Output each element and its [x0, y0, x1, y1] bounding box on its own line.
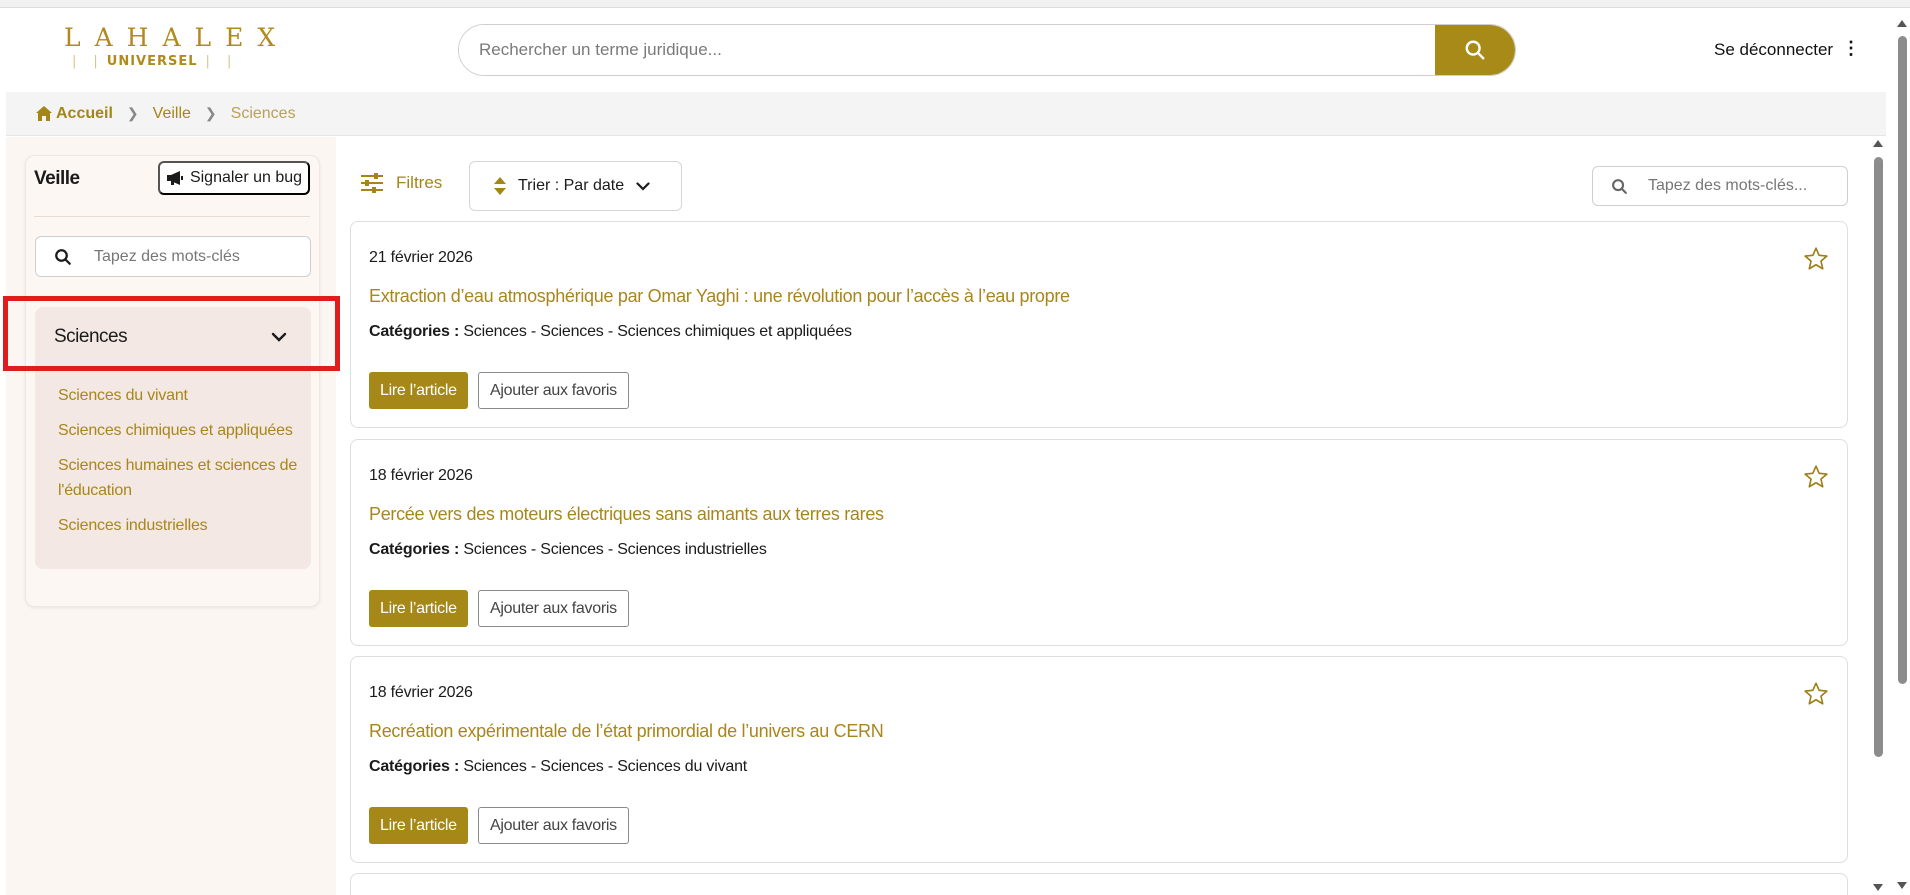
scrollbar-thumb[interactable]	[1874, 157, 1883, 757]
global-search-input[interactable]	[459, 25, 1435, 75]
chevron-right-icon: ❯	[126, 105, 139, 121]
global-search-button[interactable]	[1435, 25, 1515, 75]
scroll-up-icon[interactable]	[1873, 140, 1883, 147]
read-article-button[interactable]: Lire l’article	[369, 590, 468, 627]
logo-subtitle: UNIVERSEL	[106, 53, 198, 69]
category-label: Sciences	[54, 326, 128, 347]
breadcrumb: Accueil ❯ Veille ❯ Sciences	[6, 92, 1886, 136]
more-menu-icon[interactable]: ⋮	[1842, 38, 1860, 59]
subcategory-item[interactable]: Sciences du vivant	[58, 383, 308, 408]
subcategory-list: Sciences du vivant Sciences chimiques et…	[58, 383, 308, 548]
chevron-down-icon	[636, 181, 650, 191]
megaphone-icon	[166, 171, 183, 185]
article-categories: Catégories : Sciences - Sciences - Scien…	[369, 758, 748, 775]
category-toggle-sciences[interactable]: Sciences	[35, 307, 311, 367]
article-date: 21 février 2026	[369, 249, 473, 266]
article-search	[1592, 166, 1848, 206]
breadcrumb-veille[interactable]: Veille	[153, 105, 191, 123]
article-date: 18 février 2026	[369, 467, 473, 484]
read-article-button[interactable]: Lire l’article	[369, 807, 468, 844]
breadcrumb-current: Sciences	[230, 104, 296, 122]
read-article-button[interactable]: Lire l’article	[369, 372, 468, 409]
subcategory-item[interactable]: Sciences industrielles	[58, 513, 308, 538]
article-date: 18 février 2026	[369, 684, 473, 701]
logo-wordmark: LAHALEX	[64, 22, 290, 52]
logo[interactable]: LAHALEX | | UNIVERSEL | |	[50, 18, 275, 74]
article-title[interactable]: Recréation expérimentale de l’état primo…	[369, 721, 884, 742]
article-title[interactable]: Extraction d’eau atmosphérique par Omar …	[369, 286, 1070, 307]
add-favorite-button[interactable]: Ajouter aux favoris	[478, 807, 629, 844]
scroll-down-icon[interactable]	[1873, 884, 1883, 891]
sidebar-search	[35, 236, 311, 277]
chevron-right-icon: ❯	[204, 105, 217, 121]
logout-link[interactable]: Se déconnecter	[1714, 40, 1833, 60]
article-categories: Catégories : Sciences - Sciences - Scien…	[369, 541, 767, 558]
article-card-partial	[350, 873, 1848, 895]
page-scrollbar[interactable]	[1894, 8, 1910, 895]
sliders-icon	[361, 173, 383, 193]
chevron-down-icon	[271, 332, 287, 342]
sort-icon	[494, 177, 506, 195]
search-icon	[1465, 40, 1485, 60]
article-categories: Catégories : Sciences - Sciences - Scien…	[369, 323, 852, 340]
sidebar-search-input[interactable]	[94, 247, 294, 266]
article-card: 18 février 2026 Recréation expérimentale…	[350, 656, 1848, 863]
article-card: 18 février 2026 Percée vers des moteurs …	[350, 439, 1848, 646]
add-favorite-button[interactable]: Ajouter aux favoris	[478, 590, 629, 627]
sort-dropdown[interactable]: Trier : Par date	[469, 161, 682, 211]
search-icon	[1612, 178, 1627, 194]
article-title[interactable]: Percée vers des moteurs électriques sans…	[369, 504, 884, 525]
article-search-input[interactable]	[1648, 177, 1838, 195]
report-bug-button[interactable]: Signaler un bug	[158, 161, 310, 195]
subcategory-item[interactable]: Sciences chimiques et appliquées	[58, 418, 308, 443]
scrollbar-thumb[interactable]	[1898, 36, 1907, 684]
star-icon[interactable]	[1803, 464, 1829, 490]
subcategory-item[interactable]: Sciences humaines et sciences de l'éduca…	[58, 453, 308, 503]
global-search	[458, 24, 1516, 76]
sidebar-title: Veille	[34, 168, 80, 189]
scroll-up-icon[interactable]	[1897, 20, 1907, 27]
article-card: 21 février 2026 Extraction d’eau atmosph…	[350, 221, 1848, 428]
star-icon[interactable]	[1803, 246, 1829, 272]
home-icon	[36, 106, 52, 121]
filters-button[interactable]: Filtres	[360, 172, 442, 194]
star-icon[interactable]	[1803, 681, 1829, 707]
sidebar-divider	[34, 216, 310, 217]
breadcrumb-home[interactable]: Accueil	[36, 105, 113, 123]
search-icon	[55, 248, 71, 265]
content-scrollbar[interactable]	[1870, 137, 1886, 895]
scroll-down-icon[interactable]	[1897, 882, 1907, 889]
browser-top-edge	[0, 0, 1910, 8]
add-favorite-button[interactable]: Ajouter aux favoris	[478, 372, 629, 409]
